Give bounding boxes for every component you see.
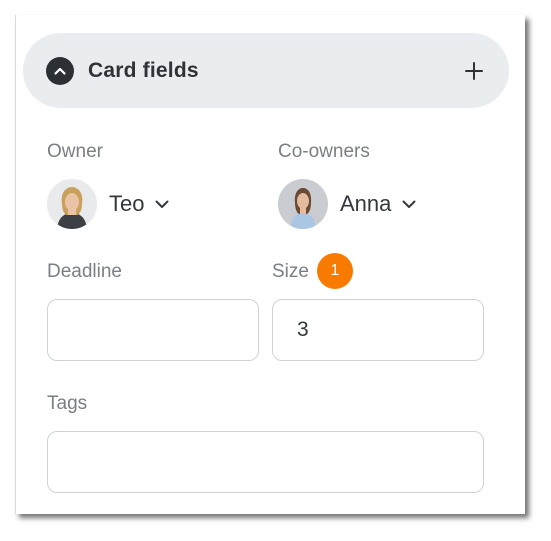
chevron-up-icon: [54, 67, 66, 75]
card-fields-header: Card fields: [23, 33, 509, 108]
coowner-name: Anna: [340, 191, 392, 216]
coowner-selector[interactable]: Anna: [278, 179, 417, 229]
deadline-field[interactable]: [47, 299, 259, 361]
card-fields-panel: Card fields Owner Teo Co-owners Anna Dea…: [15, 15, 525, 514]
coowners-label: Co-owners: [278, 141, 370, 162]
owner-avatar: [47, 179, 97, 229]
size-field[interactable]: 3: [272, 299, 484, 361]
coowner-avatar: [278, 179, 328, 229]
collapse-toggle-button[interactable]: [46, 57, 74, 85]
deadline-label: Deadline: [47, 261, 122, 282]
owner-label: Owner: [47, 141, 103, 162]
owner-selector[interactable]: Teo: [47, 179, 170, 229]
plus-icon: [465, 62, 483, 80]
chevron-down-icon: [154, 196, 170, 212]
section-title: Card fields: [88, 59, 199, 82]
tags-label: Tags: [47, 393, 88, 414]
size-label: Size: [272, 261, 309, 282]
size-count-badge: 1: [317, 253, 353, 289]
chevron-down-icon: [401, 196, 417, 212]
owner-name: Teo: [109, 191, 145, 216]
add-field-button[interactable]: [460, 57, 488, 85]
tags-field[interactable]: [47, 431, 484, 493]
